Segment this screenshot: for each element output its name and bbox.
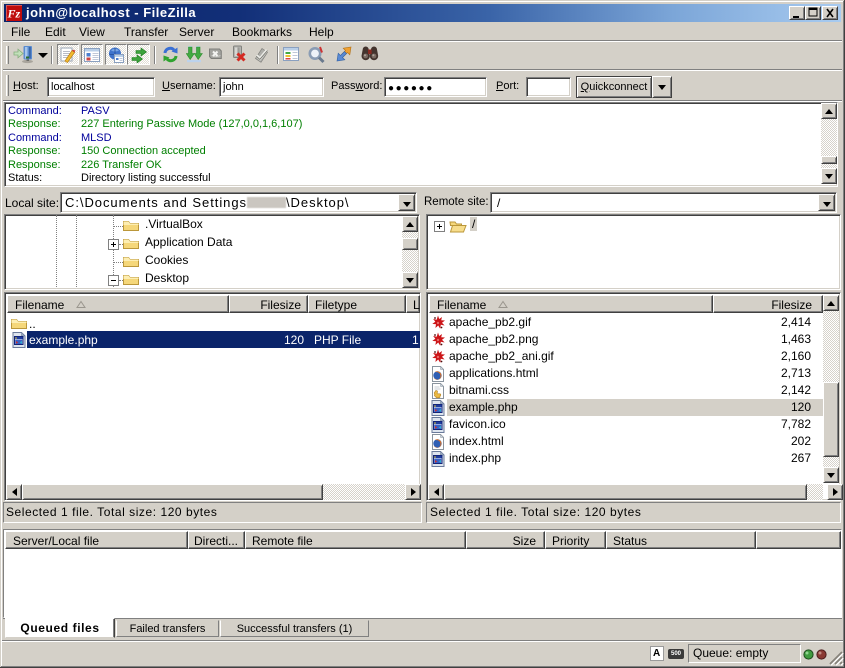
svg-text:Fz: Fz (7, 7, 21, 21)
